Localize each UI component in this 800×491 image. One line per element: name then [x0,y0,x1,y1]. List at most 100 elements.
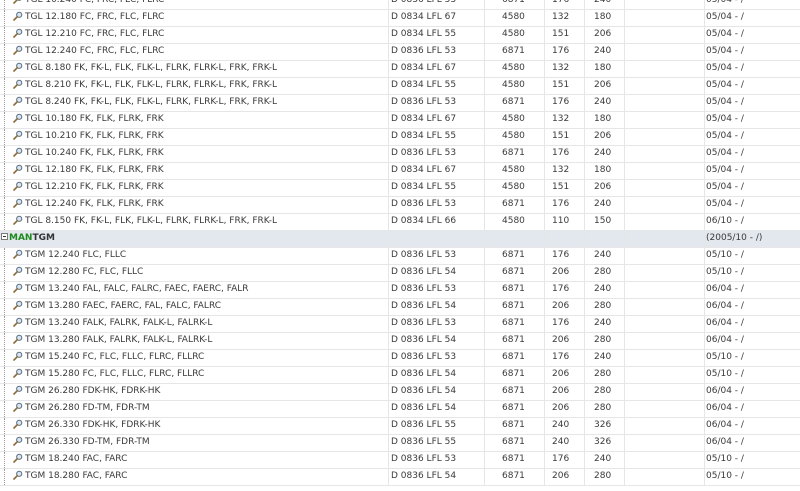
vehicle-name-cell[interactable]: TGL 12.210 FC, FRC, FLC, FLRC [0,27,388,43]
table-row[interactable]: TGL 10.240 FK, FLK, FLRK, FRK D 0836 LFL … [0,146,800,163]
table-row[interactable]: TGM 13.240 FALK, FALRK, FALK-L, FALRK-L D… [0,316,800,333]
table-row[interactable]: TGM 26.280 FD-TM, FDR-TM D 0836 LFL 54 687… [0,401,800,418]
table-row[interactable]: TGL 8.150 FK, FK-L, FLK, FLK-L, FLRK, FL… [0,214,800,231]
vehicle-name[interactable]: TGM 18.280 FAC, FARC [25,471,127,481]
table-row[interactable]: TGL 12.180 FC, FRC, FLC, FLRC D 0834 LFL … [0,10,800,27]
group-name-cell[interactable]: MANTGM [0,231,388,247]
vehicle-name-cell[interactable]: TGM 13.280 FALK, FALRK, FALK-L, FALRK-L [0,333,388,349]
vehicle-name-cell[interactable]: TGL 12.180 FC, FRC, FLC, FLRC [0,10,388,26]
vehicle-name[interactable]: TGM 26.330 FDK-HK, FDRK-HK [25,420,160,430]
table-row[interactable]: TGM 13.240 FAL, FALC, FALRC, FAEC, FAERC… [0,282,800,299]
table-row[interactable]: TGL 10.210 FK, FLK, FLRK, FRK D 0834 LFL … [0,129,800,146]
vehicle-name-cell[interactable]: TGL 8.150 FK, FK-L, FLK, FLK-L, FLRK, FL… [0,214,388,230]
table-row[interactable]: TGL 8.210 FK, FK-L, FLK, FLK-L, FLRK, FL… [0,78,800,95]
vehicle-name-cell[interactable]: TGL 8.240 FK, FK-L, FLK, FLK-L, FLRK, FL… [0,95,388,111]
magnifier-icon[interactable] [13,181,23,191]
table-row[interactable]: TGL 8.240 FK, FK-L, FLK, FLK-L, FLRK, FL… [0,95,800,112]
magnifier-icon[interactable] [13,317,23,327]
vehicle-name-cell[interactable]: TGL 12.240 FK, FLK, FLRK, FRK [0,197,388,213]
vehicle-name-cell[interactable]: TGL 10.210 FK, FLK, FLRK, FRK [0,129,388,145]
magnifier-icon[interactable] [13,249,23,259]
magnifier-icon[interactable] [13,436,23,446]
vehicle-name[interactable]: TGL 8.210 FK, FK-L, FLK, FLK-L, FLRK, FL… [25,80,277,90]
magnifier-icon[interactable] [13,28,23,38]
vehicle-name[interactable]: TGM 26.330 FD-TM, FDR-TM [25,437,150,447]
vehicle-name-cell[interactable]: TGL 10.180 FK, FLK, FLRK, FRK [0,112,388,128]
magnifier-icon[interactable] [13,334,23,344]
magnifier-icon[interactable] [13,419,23,429]
vehicle-name-cell[interactable]: TGL 12.180 FK, FLK, FLRK, FRK [0,163,388,179]
vehicle-name-cell[interactable]: TGM 18.240 FAC, FARC [0,452,388,468]
vehicle-name[interactable]: TGM 13.280 FAEC, FAERC, FAL, FALC, FALRC [25,301,221,311]
vehicle-name-cell[interactable]: TGL 10.240 FC, FRC, FLC, FLRC [0,0,388,9]
vehicle-name[interactable]: TGL 12.210 FK, FLK, FLRK, FRK [25,182,164,192]
table-row[interactable]: TGM 12.280 FC, FLC, FLLC D 0836 LFL 54 687… [0,265,800,282]
magnifier-icon[interactable] [13,79,23,89]
vehicle-name[interactable]: TGL 10.240 FC, FRC, FLC, FLRC [25,0,164,5]
magnifier-icon[interactable] [13,147,23,157]
table-row[interactable]: TGM 15.280 FC, FLC, FLLC, FLRC, FLLRC D 0… [0,367,800,384]
vehicle-name-cell[interactable]: TGM 12.280 FC, FLC, FLLC [0,265,388,281]
vehicle-name-cell[interactable]: TGL 8.210 FK, FK-L, FLK, FLK-L, FLRK, FL… [0,78,388,94]
vehicle-name-cell[interactable]: TGM 13.240 FAL, FALC, FALRC, FAEC, FAERC… [0,282,388,298]
magnifier-icon[interactable] [13,368,23,378]
magnifier-icon[interactable] [13,283,23,293]
table-row[interactable]: TGM 26.280 FDK-HK, FDRK-HK D 0836 LFL 54 6… [0,384,800,401]
vehicle-name-cell[interactable]: TGL 10.240 FK, FLK, FLRK, FRK [0,146,388,162]
table-row[interactable]: TGM 13.280 FALK, FALRK, FALK-L, FALRK-L D… [0,333,800,350]
table-row[interactable]: TGL 10.180 FK, FLK, FLRK, FRK D 0834 LFL … [0,112,800,129]
magnifier-icon[interactable] [13,385,23,395]
vehicle-name[interactable]: TGM 26.280 FD-TM, FDR-TM [25,403,150,413]
vehicle-name[interactable]: TGM 13.240 FAL, FALC, FALRC, FAEC, FAERC… [25,284,249,294]
magnifier-icon[interactable] [13,113,23,123]
magnifier-icon[interactable] [13,45,23,55]
vehicle-name-cell[interactable]: TGM 26.280 FD-TM, FDR-TM [0,401,388,417]
vehicle-name[interactable]: TGL 10.240 FK, FLK, FLRK, FRK [25,148,164,158]
magnifier-icon[interactable] [13,164,23,174]
vehicle-name[interactable]: TGL 8.180 FK, FK-L, FLK, FLK-L, FLRK, FL… [25,63,277,73]
vehicle-name[interactable]: TGM 13.280 FALK, FALRK, FALK-L, FALRK-L [25,335,212,345]
vehicle-name-cell[interactable]: TGM 15.240 FC, FLC, FLLC, FLRC, FLLRC [0,350,388,366]
vehicle-name-cell[interactable]: TGL 12.240 FC, FRC, FLC, FLRC [0,44,388,60]
vehicle-name[interactable]: TGM 26.280 FDK-HK, FDRK-HK [25,386,160,396]
magnifier-icon[interactable] [13,62,23,72]
vehicle-name[interactable]: TGM 12.240 FLC, FLLC [25,250,126,260]
magnifier-icon[interactable] [13,351,23,361]
vehicle-name-cell[interactable]: TGM 13.240 FALK, FALRK, FALK-L, FALRK-L [0,316,388,332]
collapse-toggle-icon[interactable] [1,233,8,240]
table-row[interactable]: TGL 10.240 FC, FRC, FLC, FLRC D 0836 LFL … [0,0,800,10]
table-row[interactable]: TGL 12.240 FK, FLK, FLRK, FRK D 0836 LFL … [0,197,800,214]
magnifier-icon[interactable] [13,130,23,140]
table-row[interactable]: TGM 18.240 FAC, FARC D 0836 LFL 53 6871 176… [0,452,800,469]
vehicle-name[interactable]: TGM 15.240 FC, FLC, FLLC, FLRC, FLLRC [25,352,204,362]
vehicle-name[interactable]: TGM 12.280 FC, FLC, FLLC [25,267,143,277]
vehicle-name[interactable]: TGM 13.240 FALK, FALRK, FALK-L, FALRK-L [25,318,212,328]
vehicle-name[interactable]: TGL 12.240 FK, FLK, FLRK, FRK [25,199,164,209]
magnifier-icon[interactable] [13,453,23,463]
vehicle-name[interactable]: TGL 12.180 FK, FLK, FLRK, FRK [25,165,164,175]
magnifier-icon[interactable] [13,266,23,276]
magnifier-icon[interactable] [13,0,23,4]
vehicle-name-cell[interactable]: TGM 12.240 FLC, FLLC [0,248,388,264]
vehicle-name-cell[interactable]: TGM 26.280 FDK-HK, FDRK-HK [0,384,388,400]
vehicle-name[interactable]: TGM 18.240 FAC, FARC [25,454,127,464]
vehicle-name-cell[interactable]: TGM 13.280 FAEC, FAERC, FAL, FALC, FALRC [0,299,388,315]
vehicle-name-cell[interactable]: TGM 26.330 FDK-HK, FDRK-HK [0,418,388,434]
table-row[interactable]: TGM 13.280 FAEC, FAERC, FAL, FALC, FALRC… [0,299,800,316]
vehicle-name[interactable]: TGL 10.210 FK, FLK, FLRK, FRK [25,131,164,141]
table-row[interactable]: TGL 12.210 FK, FLK, FLRK, FRK D 0834 LFL … [0,180,800,197]
vehicle-name-cell[interactable]: TGM 15.280 FC, FLC, FLLC, FLRC, FLLRC [0,367,388,383]
table-row[interactable]: TGM 12.240 FLC, FLLC D 0836 LFL 53 6871 176… [0,248,800,265]
table-row[interactable]: TGM 15.240 FC, FLC, FLLC, FLRC, FLLRC D 0… [0,350,800,367]
table-row[interactable]: TGL 12.180 FK, FLK, FLRK, FRK D 0834 LFL … [0,163,800,180]
magnifier-icon[interactable] [13,11,23,21]
vehicle-name[interactable]: TGL 12.240 FC, FRC, FLC, FLRC [25,46,164,56]
vehicle-name[interactable]: TGL 12.210 FC, FRC, FLC, FLRC [25,29,164,39]
table-row[interactable]: TGM 26.330 FD-TM, FDR-TM D 0836 LFL 55 687… [0,435,800,452]
group-row[interactable]: MANTGM (2005/10 - /) [0,231,800,248]
vehicle-name[interactable]: TGM 15.280 FC, FLC, FLLC, FLRC, FLLRC [25,369,204,379]
magnifier-icon[interactable] [13,198,23,208]
vehicle-name[interactable]: TGL 8.240 FK, FK-L, FLK, FLK-L, FLRK, FL… [25,97,277,107]
vehicle-name[interactable]: TGL 12.180 FC, FRC, FLC, FLRC [25,12,164,22]
vehicle-name-cell[interactable]: TGM 18.280 FAC, FARC [0,469,388,485]
